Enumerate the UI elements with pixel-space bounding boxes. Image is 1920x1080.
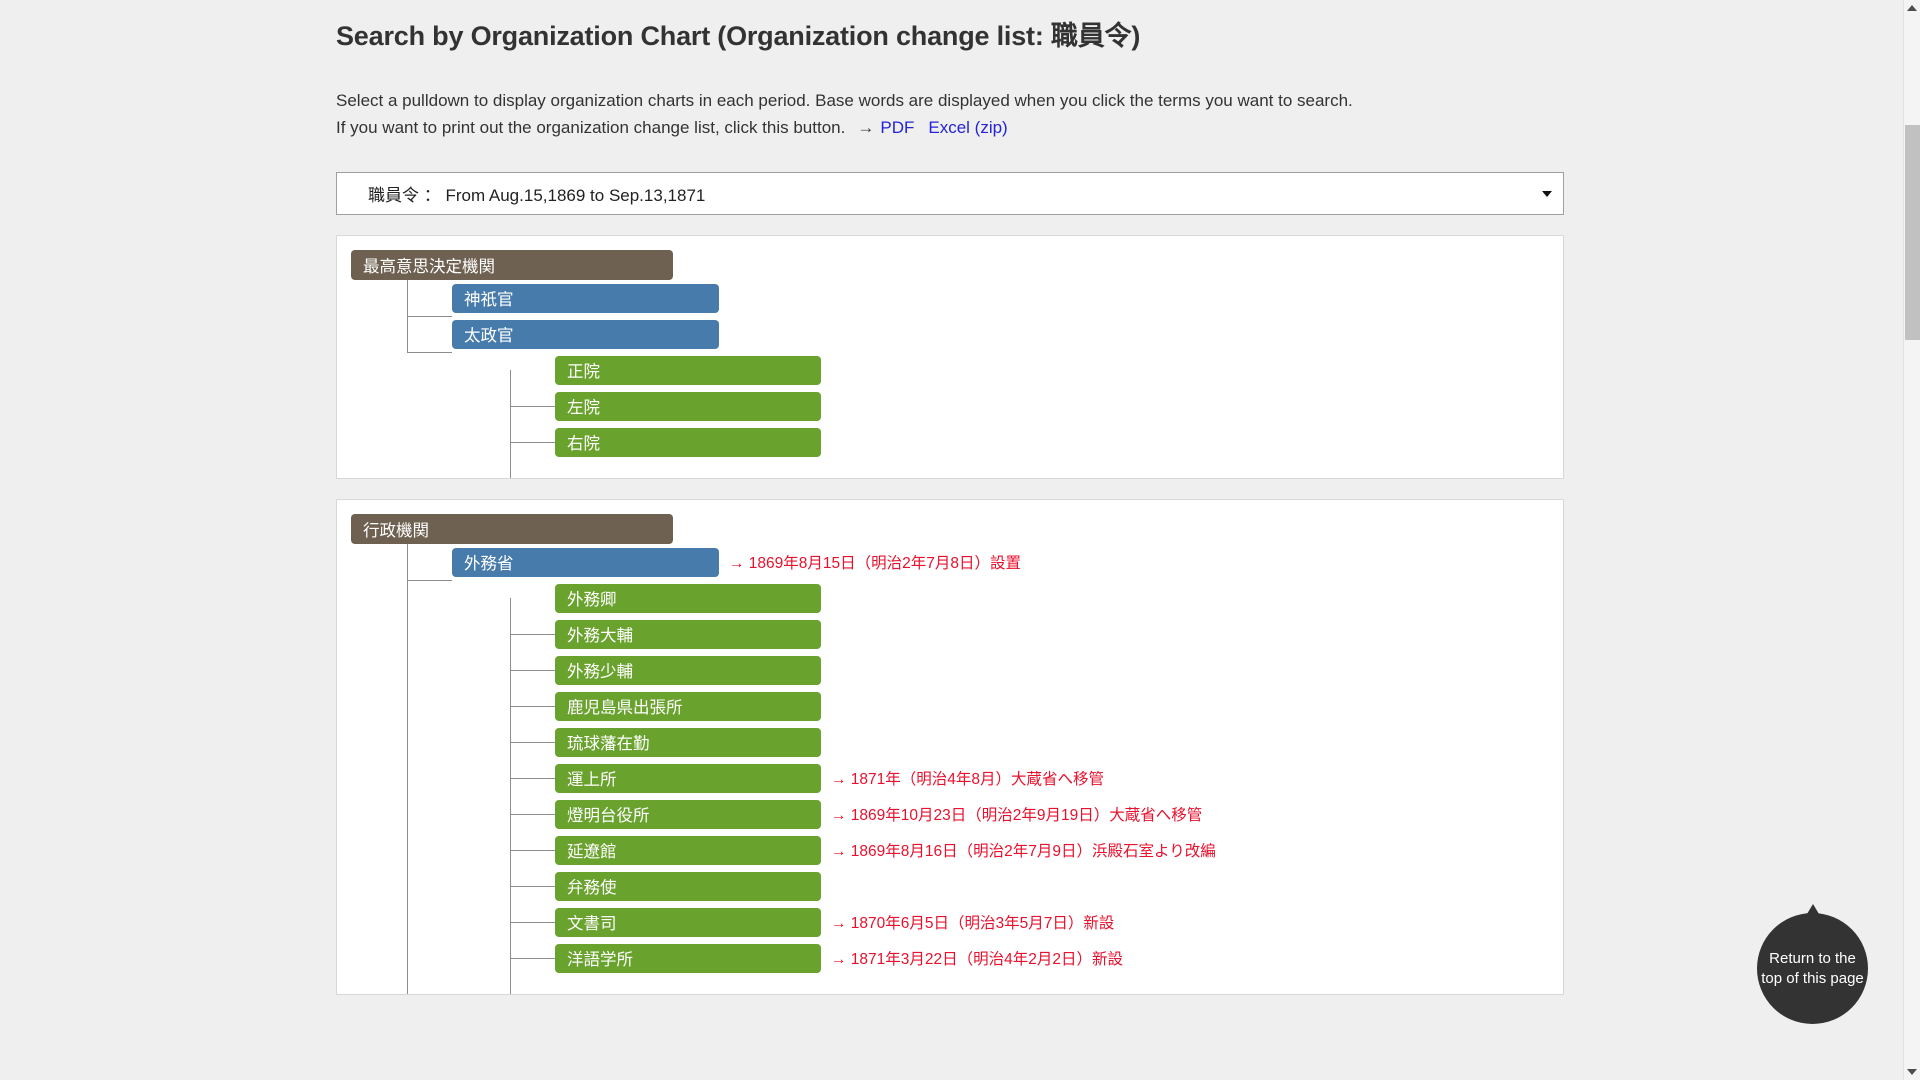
org-panel-administrative: 行政機関 外務省 → 1869年8月15日（明治2年7月8日）設置 外務卿 外務…	[336, 499, 1564, 996]
arrow-icon: →	[857, 118, 875, 138]
period-pulldown-value: 職員令 ： From Aug.15,1869 to Sep.13,1871	[368, 186, 706, 206]
org-node-gaimutaifu[interactable]: 外務大輔	[555, 619, 821, 649]
period-pulldown[interactable]: 職員令 ： From Aug.15,1869 to Sep.13,1871	[336, 172, 1564, 216]
connector-branch	[510, 814, 555, 816]
connector-branch	[510, 958, 555, 960]
org-node-kagoshima-office[interactable]: 鹿児島県出張所	[555, 691, 821, 721]
connector-trunk	[510, 598, 511, 995]
org-node-bunshoshi[interactable]: 文書司	[555, 907, 821, 937]
excel-zip-link[interactable]: Excel (zip)	[928, 118, 1007, 137]
org-node-gaimusho[interactable]: 外務省	[452, 547, 719, 577]
org-row: 正院	[337, 352, 1563, 388]
intro-text: Select a pulldown to display organizatio…	[336, 88, 1564, 142]
scroll-down-icon[interactable]	[1907, 1069, 1917, 1075]
org-node-yogogakusho[interactable]: 洋語学所	[555, 943, 821, 973]
org-node-enryokan[interactable]: 延遼館	[555, 835, 821, 865]
org-note: → 1871年3月22日（明治4年2月2日）新設	[831, 951, 1124, 969]
connector-branch	[510, 742, 555, 744]
return-to-top-label: Return to the top of this page	[1761, 950, 1864, 987]
org-node-seiin[interactable]: 正院	[555, 355, 821, 385]
org-panel-supreme: 最高意思決定機関 神祇官 太政官 正院 左院 右院	[336, 235, 1564, 480]
intro-line-1: Select a pulldown to display organizatio…	[336, 91, 1353, 111]
org-row: 神祇官	[337, 280, 1563, 316]
vertical-scrollbar[interactable]	[1903, 0, 1920, 1080]
connector-branch	[510, 994, 555, 995]
org-root-node[interactable]: 行政機関	[351, 514, 673, 545]
org-note: → 1869年10月23日（明治2年9月19日）大蔵省へ移管	[831, 807, 1203, 825]
connector-branch	[510, 850, 555, 852]
org-row: 太政官	[337, 316, 1563, 352]
connector-branch	[407, 352, 452, 354]
scrollbar-thumb[interactable]	[1905, 125, 1920, 340]
chevron-down-icon	[1542, 190, 1552, 197]
connector-branch	[510, 406, 555, 408]
connector-trunk	[510, 370, 511, 479]
org-node-gaimushoyu[interactable]: 外務少輔	[555, 655, 821, 685]
content-column: Search by Organization Chart (Organizati…	[336, 0, 1564, 996]
connector-branch	[407, 316, 452, 318]
connector-branch	[510, 706, 555, 708]
connector-branch	[510, 442, 555, 444]
org-node-unjosho[interactable]: 運上所	[555, 763, 821, 793]
pdf-link[interactable]: PDF	[880, 118, 914, 137]
connector-branch	[407, 580, 452, 582]
page-root: Search by Organization Chart (Organizati…	[0, 0, 1920, 1080]
org-root-node[interactable]: 最高意思決定機関	[351, 250, 673, 281]
org-note: → 1869年8月16日（明治2年7月9日）浜殿石室より改編	[831, 843, 1216, 861]
intro-line-2: If you want to print out the organizatio…	[336, 118, 846, 138]
org-node-jingikan[interactable]: 神祇官	[452, 283, 719, 313]
return-to-top-button[interactable]: Return to the top of this page	[1757, 913, 1868, 1024]
connector-branch	[510, 886, 555, 888]
org-node-uin[interactable]: 右院	[555, 427, 821, 457]
connector-branch	[510, 922, 555, 924]
org-node-tomyodai[interactable]: 燈明台役所	[555, 799, 821, 829]
org-row: 外務卿	[337, 580, 1563, 616]
org-note: → 1870年6月5日（明治3年5月7日）新設	[831, 915, 1115, 933]
scroll-up-icon[interactable]	[1907, 5, 1917, 11]
org-node-gaimukyo[interactable]: 外務卿	[555, 583, 821, 613]
org-note: → 1871年（明治4年8月）大蔵省へ移管	[831, 771, 1105, 789]
intro-line-2-wrap: If you want to print out the organizatio…	[336, 115, 1564, 142]
org-row: 外務省 → 1869年8月15日（明治2年7月8日）設置	[337, 544, 1563, 580]
org-node-dajokan[interactable]: 太政官	[452, 319, 719, 349]
connector-branch	[510, 778, 555, 780]
connector-branch	[510, 478, 555, 479]
org-node-sain[interactable]: 左院	[555, 391, 821, 421]
connector-trunk	[407, 544, 408, 995]
connector-branch	[510, 634, 555, 636]
org-node-benmushi[interactable]: 弁務使	[555, 871, 821, 901]
connector-branch	[510, 670, 555, 672]
org-node-ryukyuhan[interactable]: 琉球藩在勤	[555, 727, 821, 757]
page-title: Search by Organization Chart (Organizati…	[336, 21, 1141, 51]
org-note: → 1869年8月15日（明治2年7月8日）設置	[729, 555, 1022, 573]
